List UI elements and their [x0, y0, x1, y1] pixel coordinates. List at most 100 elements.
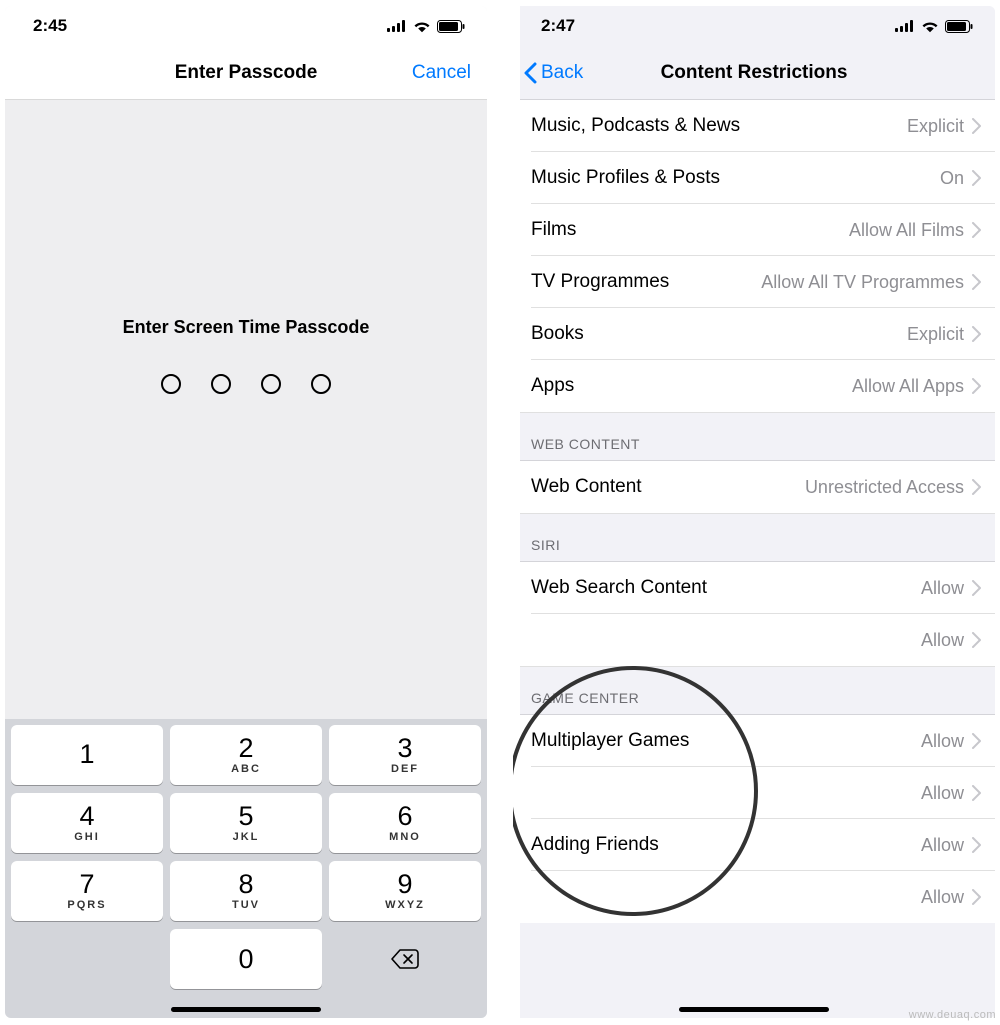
key-5[interactable]: 5JKL	[170, 793, 322, 853]
key-digit: 7	[79, 871, 94, 898]
key-1[interactable]: 1	[11, 725, 163, 785]
key-4[interactable]: 4GHI	[11, 793, 163, 853]
row-value: Allow All Films	[849, 220, 964, 241]
row-value: Allow All TV Programmes	[761, 272, 964, 293]
key-blank	[11, 929, 163, 989]
status-bar: 2:47	[513, 6, 995, 46]
cellular-icon	[387, 20, 407, 32]
row-value: Allow	[921, 578, 964, 599]
settings-row[interactable]: AppsAllow All Apps	[513, 360, 995, 412]
row-label: Web Content	[531, 476, 805, 498]
wifi-icon	[921, 20, 939, 33]
key-digit: 5	[238, 803, 253, 830]
battery-icon	[945, 20, 973, 33]
settings-row[interactable]: Allow	[513, 614, 995, 666]
key-7[interactable]: 7PQRS	[11, 861, 163, 921]
key-digit: 0	[238, 946, 253, 973]
chevron-right-icon	[972, 170, 981, 186]
row-label: Web Search Content	[531, 577, 921, 599]
row-value: Explicit	[907, 116, 964, 137]
settings-row[interactable]: Web ContentUnrestricted Access	[513, 461, 995, 513]
game-center-section: Multiplayer GamesAllowAllowAdding Friend…	[513, 715, 995, 923]
status-bar: 2:45	[5, 6, 487, 46]
chevron-right-icon	[972, 222, 981, 238]
settings-row[interactable]: Music, Podcasts & NewsExplicit	[513, 100, 995, 152]
chevron-right-icon	[972, 632, 981, 648]
key-0[interactable]: 0	[170, 929, 322, 989]
siri-section: Web Search ContentAllowAllow	[513, 562, 995, 667]
chevron-right-icon	[972, 837, 981, 853]
status-icons	[895, 20, 973, 33]
key-2[interactable]: 2ABC	[170, 725, 322, 785]
key-letters: MNO	[389, 831, 421, 843]
nav-bar: Back Content Restrictions	[513, 46, 995, 100]
settings-row[interactable]: Music Profiles & PostsOn	[513, 152, 995, 204]
status-icons	[387, 20, 465, 33]
section-header-game-center: GAME CENTER	[513, 667, 995, 715]
key-digit: 9	[397, 871, 412, 898]
status-time: 2:45	[33, 16, 67, 36]
key-8[interactable]: 8TUV	[170, 861, 322, 921]
row-value: Allow	[921, 835, 964, 856]
key-digit: 2	[238, 735, 253, 762]
nav-title: Content Restrictions	[513, 62, 995, 84]
key-delete[interactable]	[329, 929, 481, 989]
row-value: Allow	[921, 630, 964, 651]
row-label: Multiplayer Games	[531, 730, 921, 752]
content-section: Music, Podcasts & NewsExplicitMusic Prof…	[513, 100, 995, 413]
passcode-dot	[211, 374, 231, 394]
key-digit: 1	[79, 741, 94, 768]
passcode-dots	[161, 374, 331, 394]
battery-icon	[437, 20, 465, 33]
phone-passcode: 2:45 Enter Passcode Cancel Enter Screen …	[5, 6, 487, 1018]
wifi-icon	[413, 20, 431, 33]
row-label: Apps	[531, 375, 852, 397]
settings-row[interactable]: BooksExplicit	[513, 308, 995, 360]
passcode-prompt: Enter Screen Time Passcode	[123, 317, 370, 338]
row-value: Allow	[921, 783, 964, 804]
key-digit: 3	[397, 735, 412, 762]
section-header-siri: SIRI	[513, 514, 995, 562]
web-section: Web ContentUnrestricted Access	[513, 461, 995, 514]
settings-row[interactable]: FilmsAllow All Films	[513, 204, 995, 256]
passcode-area: Enter Screen Time Passcode	[5, 100, 487, 719]
home-indicator[interactable]	[679, 1007, 829, 1012]
phone-content-restrictions: 2:47 Back Content Restrictions Music, Po…	[513, 6, 995, 1018]
row-value: Allow All Apps	[852, 376, 964, 397]
backspace-icon	[391, 949, 419, 969]
row-value: Explicit	[907, 324, 964, 345]
key-letters: DEF	[391, 763, 419, 775]
key-letters: JKL	[233, 831, 260, 843]
row-value: On	[940, 168, 964, 189]
key-letters: TUV	[232, 899, 260, 911]
nav-bar: Enter Passcode Cancel	[5, 46, 487, 100]
chevron-right-icon	[972, 378, 981, 394]
chevron-right-icon	[972, 274, 981, 290]
passcode-dot	[311, 374, 331, 394]
cancel-button[interactable]: Cancel	[412, 62, 471, 84]
row-value: Allow	[921, 887, 964, 908]
chevron-right-icon	[972, 580, 981, 596]
cellular-icon	[895, 20, 915, 32]
row-label: TV Programmes	[531, 271, 761, 293]
key-3[interactable]: 3DEF	[329, 725, 481, 785]
row-label: Adding Friends	[531, 834, 921, 856]
key-9[interactable]: 9WXYZ	[329, 861, 481, 921]
row-label: Books	[531, 323, 907, 345]
settings-row[interactable]: Allow	[513, 767, 995, 819]
chevron-right-icon	[972, 733, 981, 749]
chevron-right-icon	[972, 889, 981, 905]
key-digit: 6	[397, 803, 412, 830]
settings-row[interactable]: Web Search ContentAllow	[513, 562, 995, 614]
passcode-dot	[261, 374, 281, 394]
settings-row[interactable]: Allow	[513, 871, 995, 923]
home-indicator[interactable]	[171, 1007, 321, 1012]
chevron-right-icon	[972, 479, 981, 495]
key-letters: WXYZ	[385, 899, 425, 911]
settings-row[interactable]: Adding FriendsAllow	[513, 819, 995, 871]
numeric-keypad: 1 2ABC 3DEF 4GHI 5JKL 6MNO 7PQRS 8TUV 9W…	[5, 719, 487, 1018]
settings-row[interactable]: TV ProgrammesAllow All TV Programmes	[513, 256, 995, 308]
settings-row[interactable]: Multiplayer GamesAllow	[513, 715, 995, 767]
section-header-web: WEB CONTENT	[513, 413, 995, 461]
key-6[interactable]: 6MNO	[329, 793, 481, 853]
